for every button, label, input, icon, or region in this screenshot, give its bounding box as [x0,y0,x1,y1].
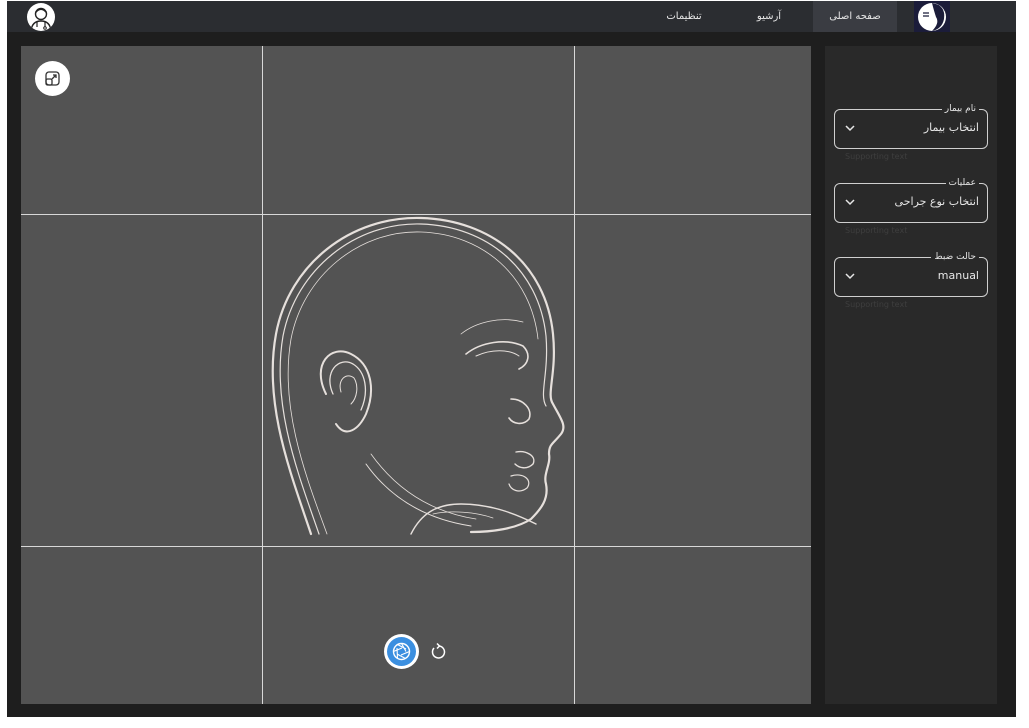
camera-view[interactable] [21,46,811,704]
rotate-icon [431,642,446,659]
doctor-avatar-icon [30,7,52,31]
nav-home[interactable]: صفحه اصلی [813,1,897,32]
chevron-down-icon [845,199,855,206]
patient-name-supporting-text: Supporting text [845,152,908,161]
operation-value: انتخاب نوع جراحی [894,195,979,208]
patient-name-value: انتخاب بیمار [923,121,979,134]
recording-mode-value: manual [937,269,979,282]
top-bar: تنظیمات آرشیو صفحه اصلی [7,1,1016,32]
grid-line-vertical-2 [574,46,575,704]
recording-mode-label: حالت ضبط [931,250,979,264]
chevron-down-icon [845,125,855,132]
app-window: تنظیمات آرشیو صفحه اصلی نام بیمار انتخاب… [7,1,1016,717]
patient-name-select[interactable]: نام بیمار انتخاب بیمار [834,102,988,149]
expand-button[interactable] [35,61,70,96]
expand-icon [45,71,60,86]
operation-label: عملیات [945,176,979,190]
app-logo-icon [918,3,946,31]
chevron-down-icon [845,273,855,280]
patient-name-label: نام بیمار [941,102,979,116]
grid-line-horizontal-2 [21,546,811,547]
capture-button-inner [387,637,416,666]
operation-select[interactable]: عملیات انتخاب نوع جراحی [834,176,988,223]
operation-supporting-text: Supporting text [845,226,908,235]
nav-home-label: صفحه اصلی [829,11,881,22]
nav-settings-label: تنظیمات [666,11,702,22]
nav-archive-label: آرشیو [756,11,782,22]
app-logo [914,1,950,32]
head-profile-image [271,216,565,536]
user-avatar[interactable] [27,3,55,31]
recording-mode-select[interactable]: حالت ضبط manual [834,250,988,297]
capture-button[interactable] [384,634,419,669]
recording-mode-supporting-text: Supporting text [845,300,908,309]
camera-shutter-icon [392,642,411,661]
rotate-button[interactable] [428,641,450,663]
side-panel: نام بیمار انتخاب بیمار Supporting text ع… [825,46,997,704]
nav-archive[interactable]: آرشیو [744,1,794,32]
nav-settings[interactable]: تنظیمات [654,1,714,32]
